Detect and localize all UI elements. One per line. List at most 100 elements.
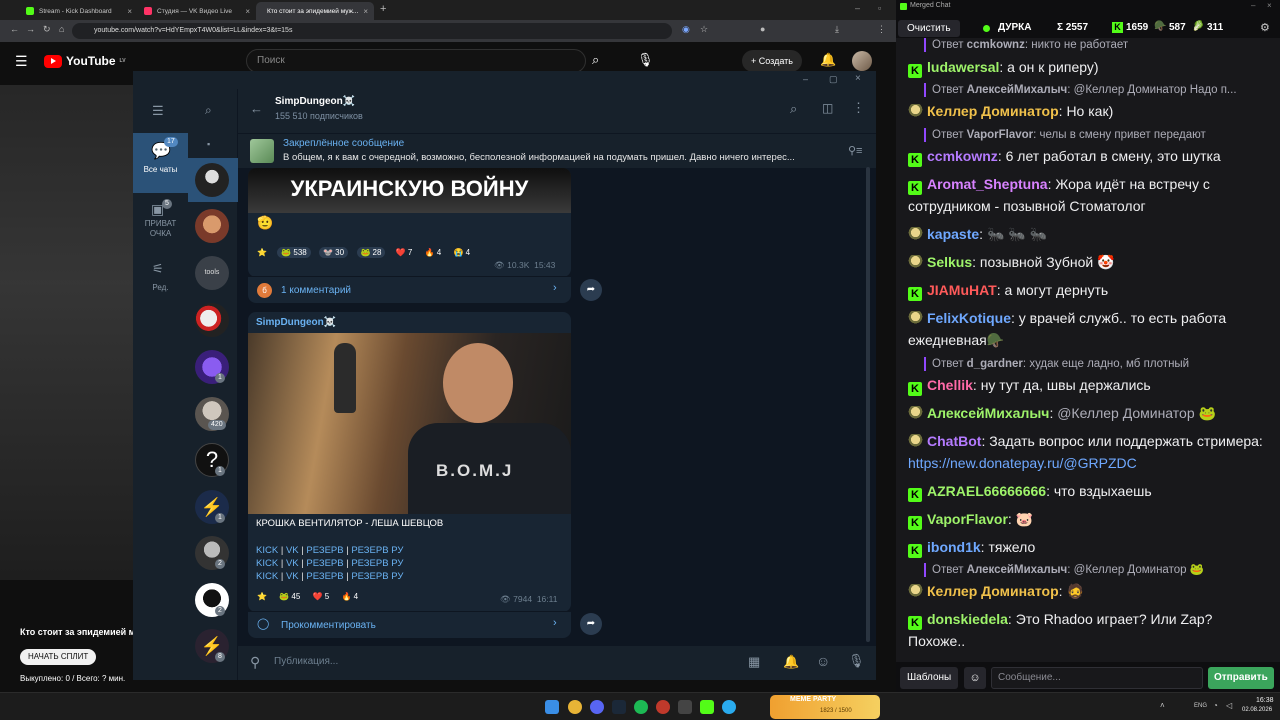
chat-username[interactable]: Chellik: [927, 377, 973, 393]
close-icon[interactable]: ×: [127, 7, 132, 16]
app-icon[interactable]: [656, 700, 670, 714]
close-icon[interactable]: ×: [245, 7, 250, 16]
search-input[interactable]: Поиск: [246, 49, 586, 73]
archive-icon[interactable]: ▪: [207, 139, 210, 149]
link-reserve-ru[interactable]: РЕЗЕРВ РУ: [351, 558, 403, 569]
chat-input[interactable]: Сообщение...: [991, 667, 1203, 689]
link-reserve[interactable]: РЕЗЕРВ: [306, 558, 343, 569]
avatar[interactable]: [852, 51, 872, 71]
download-icon[interactable]: ⤓: [835, 24, 839, 35]
video-player[interactable]: [0, 85, 134, 580]
volume-icon[interactable]: ◁: [1226, 701, 1232, 710]
url-input[interactable]: youtube.com/watch?v=HdYEmpxT4W0&list=LL&…: [72, 23, 672, 39]
kick-icon[interactable]: [700, 700, 714, 714]
chat-username[interactable]: АлексейМихалыч: [927, 405, 1049, 421]
home-icon[interactable]: ⌂: [59, 24, 64, 34]
chat-avatar[interactable]: [195, 209, 229, 243]
reaction[interactable]: 🔥 4: [340, 591, 360, 602]
folder-private[interactable]: ▣ 5 ПРИВАТ ОЧКА: [133, 199, 188, 251]
back-icon[interactable]: ←: [10, 24, 19, 34]
templates-button[interactable]: Шаблоны: [900, 667, 959, 689]
hamburger-icon[interactable]: ☰: [15, 53, 28, 70]
post-author[interactable]: SimpDungeon☠️: [256, 317, 336, 328]
menu-icon[interactable]: ☰: [152, 103, 164, 119]
close-icon[interactable]: ×: [1267, 1, 1272, 10]
spotify-icon[interactable]: [634, 700, 648, 714]
restore-icon[interactable]: ▫: [878, 3, 881, 13]
steam-icon[interactable]: [612, 700, 626, 714]
obs-icon[interactable]: [678, 700, 692, 714]
close-icon[interactable]: ×: [855, 73, 861, 84]
chat-username[interactable]: JIAMuHAT: [927, 282, 997, 298]
schedule-icon[interactable]: ▦: [748, 654, 760, 670]
new-tab-icon[interactable]: +: [380, 3, 386, 15]
microphone-icon[interactable]: 🎙: [848, 653, 865, 669]
link-reserve[interactable]: РЕЗЕРВ: [306, 545, 343, 556]
reaction[interactable]: ⭐: [255, 591, 269, 602]
sidebar-toggle-icon[interactable]: ◫: [822, 101, 833, 115]
reaction[interactable]: ⭐: [255, 247, 269, 258]
chat-username[interactable]: donskiedela: [927, 611, 1008, 627]
start-split-button[interactable]: НАЧАТЬ СПЛИТ: [20, 649, 97, 665]
link-reserve-ru[interactable]: РЕЗЕРВ РУ: [351, 545, 403, 556]
tab-kick[interactable]: Stream - Kick Dashboard ×: [20, 2, 138, 20]
youtube-logo[interactable]: YouTube LV: [44, 54, 126, 68]
chat-username[interactable]: VaporFlavor: [927, 511, 1008, 527]
microphone-icon[interactable]: 🎙: [637, 52, 654, 68]
tab-vk[interactable]: Студия — VK Видео Live ×: [138, 2, 256, 20]
chat-username[interactable]: Aromat_Sheptuna: [927, 176, 1048, 192]
chat-username[interactable]: Selkus: [927, 254, 972, 270]
chat-username[interactable]: ChatBot: [927, 433, 981, 449]
telegram-icon[interactable]: [722, 700, 736, 714]
bell-icon[interactable]: 🔔: [783, 654, 799, 670]
scrollbar[interactable]: [866, 167, 870, 642]
reaction[interactable]: 🐸 28: [356, 247, 386, 258]
post-image[interactable]: B.O.M.J: [248, 333, 571, 514]
folder-all-chats[interactable]: 💬 17 Все чаты: [133, 133, 188, 193]
reaction[interactable]: 🐸 538: [277, 247, 311, 258]
clear-button[interactable]: Очистить: [898, 20, 960, 37]
link-kick[interactable]: KICK: [256, 558, 278, 569]
comment-button[interactable]: ◯ Прокомментировать ›: [248, 611, 571, 638]
donate-link[interactable]: https://new.donatepay.ru/@GRPZDC: [908, 455, 1137, 471]
emoji-icon[interactable]: ☺: [816, 653, 830, 669]
search-icon[interactable]: ⌕: [592, 52, 599, 68]
chat-username[interactable]: Келлер Доминатор: [927, 103, 1059, 119]
menu-icon[interactable]: ⋮: [877, 24, 886, 35]
channel-name[interactable]: SimpDungeon☠️: [275, 96, 355, 107]
discord-icon[interactable]: [590, 700, 604, 714]
extension-icon[interactable]: ●: [760, 24, 765, 34]
reaction[interactable]: 😭 4: [452, 247, 472, 258]
link-kick[interactable]: KICK: [256, 571, 278, 582]
pinned-message[interactable]: Закреплённое сообщение В общем, я к вам …: [238, 133, 876, 168]
tray-chevron-icon[interactable]: ˄: [1160, 701, 1165, 710]
send-button[interactable]: Отправить: [1208, 667, 1274, 689]
channel-post[interactable]: УКРАИНСКУЮ ВОЙНУ 🫡 ⭐ 🐸 538 🐭 30 🐸 28 ❤️ 7 🔥 4…: [248, 168, 571, 277]
reaction[interactable]: 🐸 45: [277, 591, 302, 602]
reaction[interactable]: 🔥 4: [423, 247, 443, 258]
link-reserve[interactable]: РЕЗЕРВ: [306, 571, 343, 582]
chat-avatar[interactable]: [195, 163, 229, 197]
link-kick[interactable]: KICK: [256, 545, 278, 556]
meme-party-widget[interactable]: MEME PARTY 1823 / 1500: [770, 695, 880, 719]
reload-icon[interactable]: ↻: [43, 24, 51, 35]
create-button[interactable]: + Создать: [742, 50, 802, 72]
folder-edit[interactable]: ⚟ Ред.: [133, 261, 188, 297]
message-input[interactable]: Публикация...: [274, 656, 714, 667]
more-icon[interactable]: ⋮: [852, 100, 865, 116]
link-vk[interactable]: VK: [286, 571, 299, 582]
star-icon[interactable]: ☆: [700, 24, 708, 35]
chat-username[interactable]: AZRAEL66666666: [927, 483, 1046, 499]
channel-post[interactable]: SimpDungeon☠️ B.O.M.J КРОШКА ВЕНТИЛЯТОР …: [248, 312, 571, 612]
chat-username[interactable]: ludawersal: [927, 59, 999, 75]
search-icon[interactable]: ⌕: [790, 101, 797, 117]
chat-username[interactable]: kapaste: [927, 226, 979, 242]
close-icon[interactable]: ×: [363, 7, 368, 16]
chat-username[interactable]: Келлер Доминатор: [927, 583, 1059, 599]
forward-icon[interactable]: →: [26, 24, 35, 34]
chat-username[interactable]: ccmkownz: [927, 148, 998, 164]
chat-username[interactable]: FelixKotique: [927, 310, 1011, 326]
share-icon[interactable]: ➦: [580, 613, 602, 635]
attach-icon[interactable]: ⚲: [250, 654, 260, 671]
windows-icon[interactable]: [545, 700, 559, 714]
